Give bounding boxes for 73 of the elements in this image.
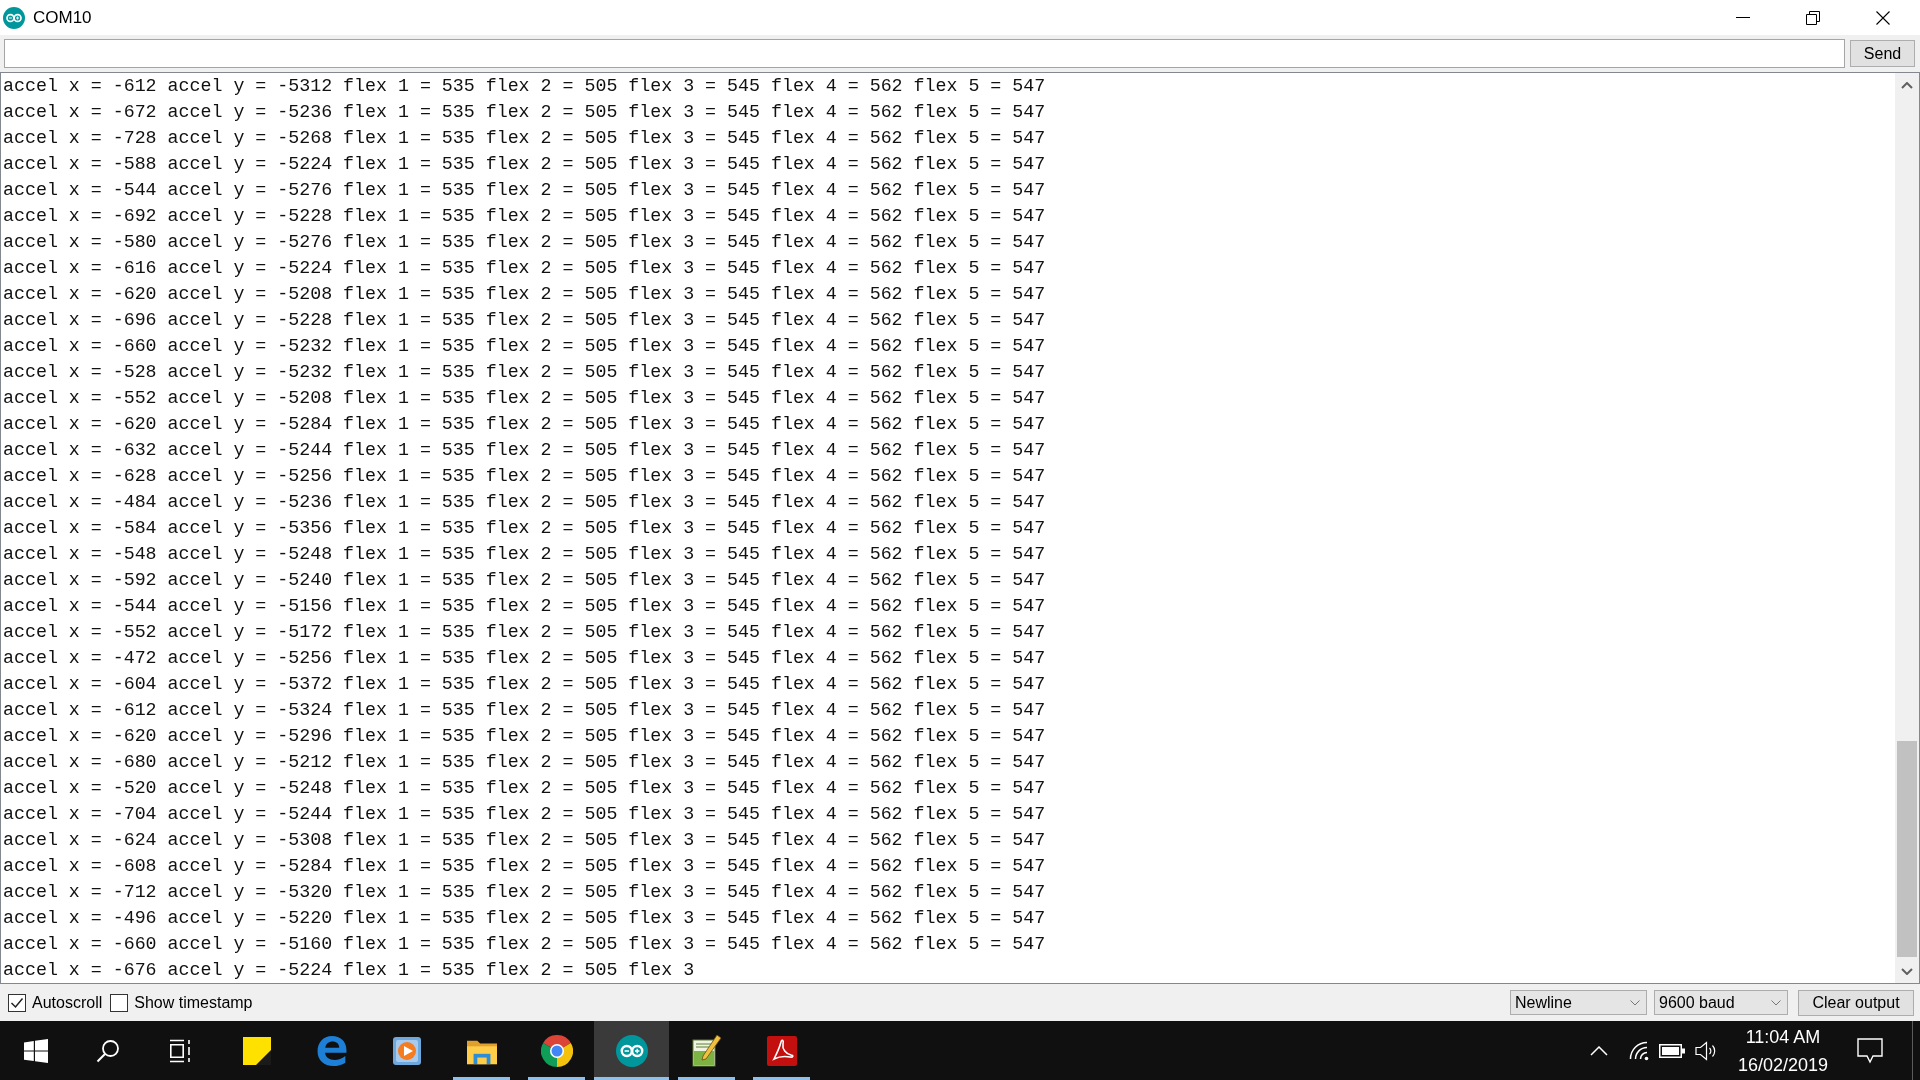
serial-output-line: accel x = -484 accel y = -5236 flex 1 = 535 flex 2 = 505 flex 3 = 545 flex 4 = 562 flex 5 = 547 [3, 492, 1046, 512]
scroll-thumb[interactable] [1897, 741, 1917, 957]
notepad-pen-icon [690, 1034, 723, 1067]
scrollbar[interactable] [1895, 73, 1919, 983]
serial-output-line: accel x = -692 accel y = -5228 flex 1 = 535 flex 2 = 505 flex 3 = 545 flex 4 = 562 flex 5 = 547 [3, 206, 1046, 226]
serial-output-line: accel x = -676 accel y = -5224 flex 1 = 535 flex 2 = 505 flex 3 [3, 960, 695, 980]
chevron-down-icon [1901, 967, 1913, 975]
serial-output-line: accel x = -624 accel y = -5308 flex 1 = 535 flex 2 = 505 flex 3 = 545 flex 4 = 562 flex 5 = 547 [3, 830, 1046, 850]
serial-output-line: accel x = -704 accel y = -5244 flex 1 = 535 flex 2 = 505 flex 3 = 545 flex 4 = 562 flex 5 = 547 [3, 804, 1046, 824]
serial-output-line: accel x = -660 accel y = -5160 flex 1 = 535 flex 2 = 505 flex 3 = 545 flex 4 = 562 flex 5 = 547 [3, 934, 1046, 954]
serial-output-line: accel x = -620 accel y = -5296 flex 1 = 535 flex 2 = 505 flex 3 = 545 flex 4 = 562 flex 5 = 547 [3, 726, 1046, 746]
close-icon [1876, 10, 1890, 25]
baud-rate-dropdown[interactable]: 9600 baud [1654, 990, 1788, 1015]
serial-output-line: accel x = -612 accel y = -5324 flex 1 = 535 flex 2 = 505 flex 3 = 545 flex 4 = 562 flex 5 = 547 [3, 700, 1046, 720]
speaker-icon [1695, 1040, 1717, 1061]
task-view-icon [168, 1038, 192, 1063]
serial-output-line: accel x = -552 accel y = -5172 flex 1 = 535 flex 2 = 505 flex 3 = 545 flex 4 = 562 flex 5 = 547 [3, 622, 1046, 642]
pdf-icon [766, 1035, 797, 1066]
serial-output-line: accel x = -728 accel y = -5268 flex 1 = 535 flex 2 = 505 flex 3 = 545 flex 4 = 562 flex 5 = 547 [3, 128, 1046, 148]
search-icon [96, 1038, 120, 1063]
start-icon [24, 1038, 48, 1063]
sticky-note-icon [242, 1036, 271, 1065]
clock-time: 11:04 AM [1745, 1025, 1821, 1049]
minimize-icon [1736, 17, 1750, 18]
window-title: COM10 [33, 7, 92, 28]
checkbox[interactable] [8, 993, 26, 1012]
speech-bubble-icon [1857, 1037, 1883, 1064]
serial-output-line: accel x = -580 accel y = -5276 flex 1 = 535 flex 2 = 505 flex 3 = 545 flex 4 = 562 flex 5 = 547 [3, 232, 1046, 252]
serial-output-line: accel x = -680 accel y = -5212 flex 1 = 535 flex 2 = 505 flex 3 = 545 flex 4 = 562 flex 5 = 547 [3, 752, 1046, 772]
serial-output-line: accel x = -528 accel y = -5232 flex 1 = 535 flex 2 = 505 flex 3 = 545 flex 4 = 562 flex 5 = 547 [3, 362, 1046, 382]
battery-icon [1659, 1043, 1685, 1058]
serial-output-line: accel x = -584 accel y = -5356 flex 1 = 535 flex 2 = 505 flex 3 = 545 flex 4 = 562 flex 5 = 547 [3, 518, 1046, 538]
serial-output-line: accel x = -544 accel y = -5156 flex 1 = 535 flex 2 = 505 flex 3 = 545 flex 4 = 562 flex 5 = 547 [3, 596, 1046, 616]
checkbox-label[interactable]: Autoscroll [32, 993, 103, 1012]
serial-output-line: accel x = -620 accel y = -5208 flex 1 = 535 flex 2 = 505 flex 3 = 545 flex 4 = 562 flex 5 = 547 [3, 284, 1046, 304]
media-player-icon [391, 1035, 422, 1066]
serial-output-line: accel x = -496 accel y = -5220 flex 1 = 535 flex 2 = 505 flex 3 = 545 flex 4 = 562 flex 5 = 547 [3, 908, 1046, 928]
browser-icon [540, 1034, 573, 1067]
wifi-icon [1627, 1040, 1649, 1061]
chevron-down-icon [1771, 999, 1781, 1006]
serial-output-line: accel x = -588 accel y = -5224 flex 1 = 535 flex 2 = 505 flex 3 = 545 flex 4 = 562 flex 5 = 547 [3, 154, 1046, 174]
serial-output-line: accel x = -672 accel y = -5236 flex 1 = 535 flex 2 = 505 flex 3 = 545 flex 4 = 562 flex 5 = 547 [3, 102, 1046, 122]
checkbox-label[interactable]: Show timestamp [134, 993, 253, 1012]
serial-output-line: accel x = -620 accel y = -5284 flex 1 = 535 flex 2 = 505 flex 3 = 545 flex 4 = 562 flex 5 = 547 [3, 414, 1046, 434]
serial-output-line: accel x = -712 accel y = -5320 flex 1 = 535 flex 2 = 505 flex 3 = 545 flex 4 = 562 flex 5 = 547 [3, 882, 1046, 902]
message-input-field[interactable] [4, 39, 1845, 68]
serial-output-line: accel x = -608 accel y = -5284 flex 1 = 535 flex 2 = 505 flex 3 = 545 flex 4 = 562 flex 5 = 547 [3, 856, 1046, 876]
send-button[interactable]: Send [1850, 40, 1915, 67]
chevron-up-icon [1590, 1045, 1608, 1056]
line-ending-dropdown[interactable]: Newline [1510, 990, 1647, 1015]
serial-output-line: accel x = -696 accel y = -5228 flex 1 = 535 flex 2 = 505 flex 3 = 545 flex 4 = 562 flex 5 = 547 [3, 310, 1046, 330]
serial-output-line: accel x = -552 accel y = -5208 flex 1 = 535 flex 2 = 505 flex 3 = 545 flex 4 = 562 flex 5 = 547 [3, 388, 1046, 408]
infinity-logo-icon [615, 1034, 648, 1067]
chevron-up-icon [1901, 81, 1913, 89]
serial-output-line: accel x = -612 accel y = -5312 flex 1 = 535 flex 2 = 505 flex 3 = 545 flex 4 = 562 flex 5 = 547 [3, 76, 1046, 96]
serial-output-line: accel x = -660 accel y = -5232 flex 1 = 535 flex 2 = 505 flex 3 = 545 flex 4 = 562 flex 5 = 547 [3, 336, 1046, 356]
serial-output-line: accel x = -592 accel y = -5240 flex 1 = 535 flex 2 = 505 flex 3 = 545 flex 4 = 562 flex 5 = 547 [3, 570, 1046, 590]
infinity-logo-icon [3, 6, 25, 29]
restore-icon [1806, 10, 1820, 25]
clear-output-button[interactable]: Clear output [1798, 989, 1914, 1016]
serial-output-line: accel x = -604 accel y = -5372 flex 1 = 535 flex 2 = 505 flex 3 = 545 flex 4 = 562 flex 5 = 547 [3, 674, 1046, 694]
taskbar-button[interactable] [594, 1021, 669, 1080]
checkbox[interactable] [110, 993, 129, 1012]
serial-output-line: accel x = -616 accel y = -5224 flex 1 = 535 flex 2 = 505 flex 3 = 545 flex 4 = 562 flex 5 = 547 [3, 258, 1046, 278]
serial-output-line: accel x = -520 accel y = -5248 flex 1 = 535 flex 2 = 505 flex 3 = 545 flex 4 = 562 flex 5 = 547 [3, 778, 1046, 798]
serial-output-line: accel x = -628 accel y = -5256 flex 1 = 535 flex 2 = 505 flex 3 = 545 flex 4 = 562 flex 5 = 547 [3, 466, 1046, 486]
chevron-down-icon [1630, 999, 1640, 1006]
clock-date: 16/02/2019 [1737, 1053, 1829, 1077]
serial-output-line: accel x = -632 accel y = -5244 flex 1 = 535 flex 2 = 505 flex 3 = 545 flex 4 = 562 flex 5 = 547 [3, 440, 1046, 460]
serial-output-line: accel x = -472 accel y = -5256 flex 1 = 535 flex 2 = 505 flex 3 = 545 flex 4 = 562 flex 5 = 547 [3, 648, 1046, 668]
serial-output-line: accel x = -548 accel y = -5248 flex 1 = 535 flex 2 = 505 flex 3 = 545 flex 4 = 562 flex 5 = 547 [3, 544, 1046, 564]
serial-output-line: accel x = -544 accel y = -5276 flex 1 = 535 flex 2 = 505 flex 3 = 545 flex 4 = 562 flex 5 = 547 [3, 180, 1046, 200]
e-logo-icon [316, 1035, 347, 1066]
